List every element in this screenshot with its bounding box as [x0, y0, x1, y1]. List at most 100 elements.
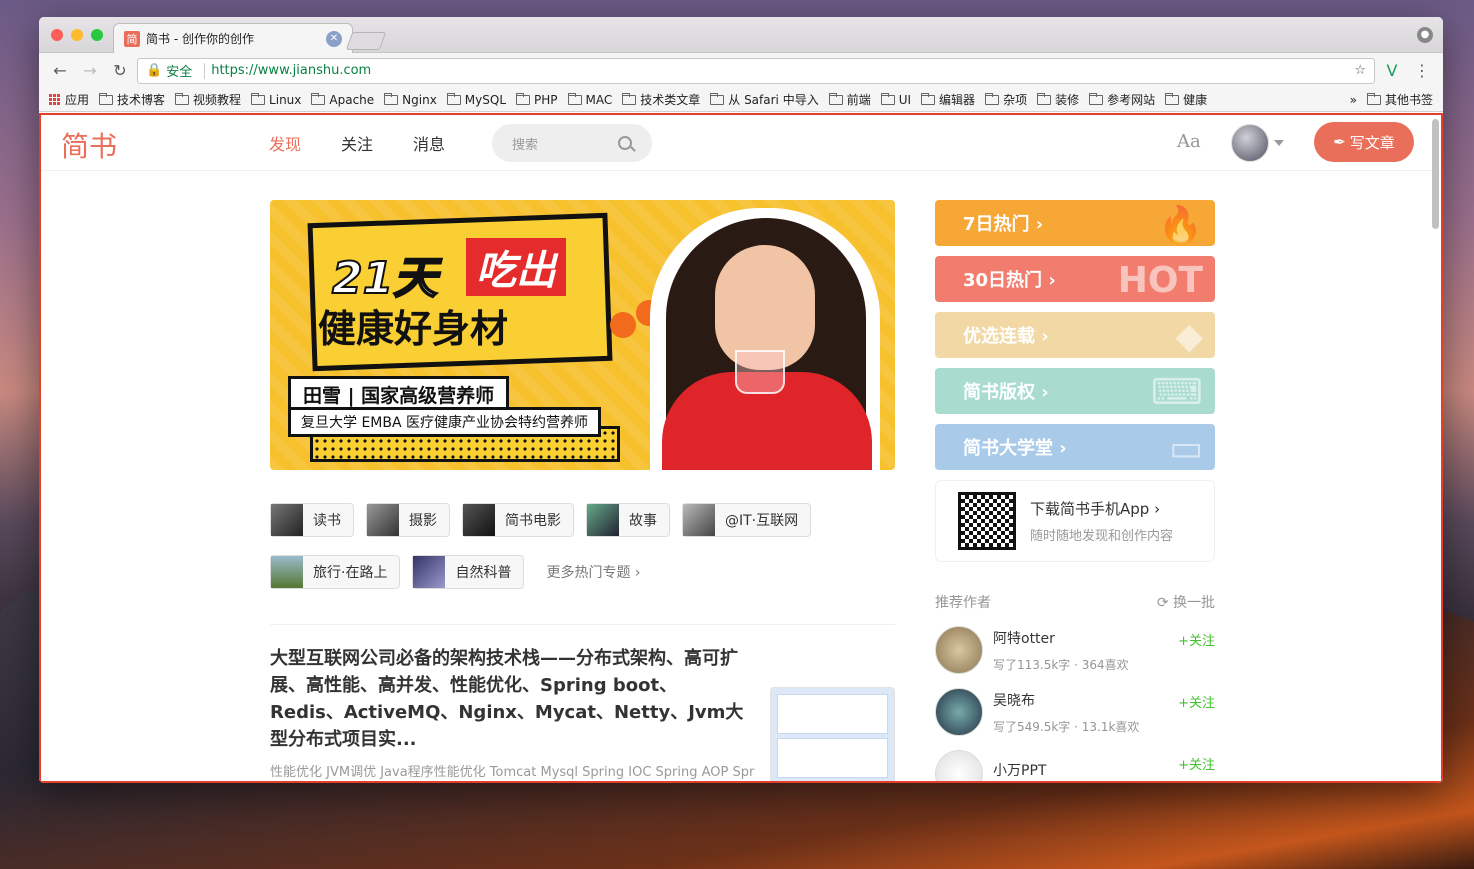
- article-thumbnail[interactable]: [770, 687, 895, 781]
- jianshu-logo[interactable]: 简书: [61, 125, 117, 165]
- follow-button[interactable]: +关注: [1178, 692, 1215, 711]
- bookmark-folder[interactable]: 技术博客: [99, 91, 165, 108]
- article-title[interactable]: 大型互联网公司必备的架构技术栈——分布式架构、高可扩展、高性能、高并发、性能优化…: [270, 645, 750, 753]
- download-app-card[interactable]: 下载简书手机App › 随时随地发现和创作内容: [935, 480, 1215, 562]
- topic-thumbnail: [587, 504, 619, 536]
- bookmark-folder[interactable]: 编辑器: [921, 91, 975, 108]
- pen-icon: ✒: [1333, 133, 1346, 151]
- search-icon[interactable]: [618, 136, 632, 150]
- bookmark-folder[interactable]: UI: [880, 91, 911, 108]
- topic-4[interactable]: 故事: [586, 503, 670, 537]
- sidebar: 7日热门 › 🔥 30日热门 › HOT 优选连载 › ◆ 简书版权 › ⌨ 简书大学堂 › ▭ …: [935, 200, 1215, 781]
- minimize-window-button[interactable]: [71, 29, 83, 41]
- topic-5[interactable]: @IT·互联网: [682, 503, 812, 537]
- bookmark-apps[interactable]: 应用: [49, 91, 89, 108]
- bookmark-label: 技术类文章: [640, 93, 701, 107]
- reload-icon[interactable]: ↻: [107, 59, 133, 83]
- author-name[interactable]: 吴晓布: [993, 690, 1139, 710]
- bookmark-label: MySQL: [464, 92, 506, 107]
- topic-1[interactable]: 旅行·在路上: [270, 555, 401, 589]
- bookmark-other[interactable]: 其他书签: [1366, 91, 1433, 108]
- user-avatar[interactable]: [1231, 124, 1269, 162]
- bookmark-folder[interactable]: 视频教程: [175, 91, 241, 108]
- bookmark-folder[interactable]: 技术类文章: [622, 91, 700, 108]
- bookmark-label: 健康: [1183, 93, 1208, 107]
- bookmark-label: PHP: [534, 92, 558, 107]
- author-avatar[interactable]: [935, 688, 983, 736]
- bookmark-folder[interactable]: MAC: [567, 91, 612, 108]
- search-input[interactable]: 搜索: [492, 124, 652, 162]
- article-item[interactable]: 大型互联网公司必备的架构技术栈——分布式架构、高可扩展、高性能、高并发、性能优化…: [270, 645, 895, 781]
- nav-follow[interactable]: 关注: [341, 131, 373, 155]
- bookmark-folder[interactable]: 装修: [1037, 91, 1079, 108]
- folder-icon: [1089, 92, 1104, 105]
- topic-thumbnail: [683, 504, 715, 536]
- page-scrollbar[interactable]: [1432, 119, 1439, 229]
- refresh-authors-button[interactable]: ⟳ 换一批: [1157, 592, 1215, 612]
- back-icon[interactable]: ←: [47, 59, 73, 83]
- topic-label: 读书: [313, 513, 341, 529]
- author-name[interactable]: 阿特otter: [993, 628, 1129, 648]
- topic-thumbnail: [367, 504, 399, 536]
- bookmark-folder[interactable]: Apache: [311, 91, 374, 108]
- author-avatar[interactable]: [935, 626, 983, 674]
- menu-icon[interactable]: ⋮: [1409, 59, 1435, 83]
- topic-2[interactable]: 摄影: [366, 503, 450, 537]
- bookmark-folder[interactable]: PHP: [516, 91, 558, 108]
- tab-title: 简书 - 创作你的创作: [146, 32, 254, 46]
- flame-icon: 🔥: [1158, 205, 1203, 246]
- follow-button[interactable]: +关注: [1178, 754, 1215, 773]
- lock-icon: 🔒: [146, 63, 163, 78]
- topic-thumbnail: [271, 556, 303, 588]
- topic-label: 简书电影: [505, 513, 561, 529]
- board-typewriter[interactable]: 简书版权 › ⌨: [935, 368, 1215, 414]
- folder-icon: [311, 92, 326, 105]
- chevron-down-icon[interactable]: [1274, 140, 1284, 146]
- browser-tab[interactable]: 简 简书 - 创作你的创作 ✕: [113, 23, 353, 53]
- board-screen[interactable]: 简书大学堂 › ▭: [935, 424, 1215, 470]
- bookmark-label: Nginx: [402, 92, 437, 107]
- topic-3[interactable]: 简书电影: [462, 503, 574, 537]
- bookmark-folder[interactable]: Linux: [251, 91, 301, 108]
- write-article-button[interactable]: ✒ 写文章: [1314, 122, 1414, 162]
- folder-icon: [446, 92, 461, 105]
- bookmark-folder[interactable]: 健康: [1165, 91, 1207, 108]
- bookmark-folder[interactable]: 从 Safari 中导入: [710, 91, 819, 108]
- screen-icon: ▭: [1168, 428, 1203, 469]
- nav-discover[interactable]: 发现: [269, 131, 301, 155]
- tab-close-icon[interactable]: ✕: [326, 30, 342, 47]
- author-item: 阿特otter 写了113.5k字 · 364喜欢 +关注: [935, 626, 1215, 674]
- bookmark-folder[interactable]: 前端: [828, 91, 871, 108]
- folder-icon: [710, 92, 725, 105]
- topic-2[interactable]: 自然科普: [412, 555, 525, 589]
- bookmark-folder[interactable]: Nginx: [384, 91, 437, 108]
- author-avatar[interactable]: [935, 750, 983, 781]
- new-tab-button[interactable]: [345, 32, 387, 50]
- follow-button[interactable]: +关注: [1178, 630, 1215, 649]
- topic-1[interactable]: 读书: [270, 503, 354, 537]
- author-name[interactable]: 小万PPT: [993, 760, 1046, 780]
- address-bar[interactable]: 🔒 安全 https://www.jianshu.com ☆: [137, 57, 1375, 84]
- close-window-button[interactable]: [51, 29, 63, 41]
- board-flame[interactable]: 7日热门 › 🔥: [935, 200, 1215, 246]
- bookmark-folder[interactable]: MySQL: [446, 91, 506, 108]
- zoom-window-button[interactable]: [91, 29, 103, 41]
- section-divider: [270, 624, 895, 625]
- font-settings-button[interactable]: Aa: [1177, 131, 1201, 152]
- author-meta: 写了549.5k字 · 13.1k喜欢: [993, 719, 1140, 734]
- apps-grid-icon: [49, 94, 60, 105]
- promo-banner[interactable]: 21天 吃出 健康好身材 田雪 | 国家高级营养师 复旦大学 EMBA 医疗健康…: [270, 200, 895, 470]
- extension-v-icon[interactable]: V: [1379, 59, 1405, 83]
- nav-messages[interactable]: 消息: [413, 131, 445, 155]
- board-hot[interactable]: 30日热门 › HOT: [935, 256, 1215, 302]
- topic-label: 旅行·在路上: [313, 565, 388, 581]
- bookmark-overflow-icon[interactable]: »: [1350, 93, 1357, 107]
- bookmark-star-icon[interactable]: ☆: [1354, 63, 1366, 78]
- forward-icon[interactable]: →: [77, 59, 103, 83]
- board-diamond[interactable]: 优选连载 › ◆: [935, 312, 1215, 358]
- bookmark-folder[interactable]: 参考网站: [1089, 91, 1155, 108]
- bookmark-folder[interactable]: 杂项: [985, 91, 1027, 108]
- more-topics-link[interactable]: 更多热门专题 ›: [546, 562, 640, 582]
- profile-icon[interactable]: ●: [1417, 27, 1433, 43]
- hot-topics: 读书 摄影 简书电影 故事 @IT·互联网 旅行·在路上 自然科普 更多热门专题 ›: [270, 503, 895, 607]
